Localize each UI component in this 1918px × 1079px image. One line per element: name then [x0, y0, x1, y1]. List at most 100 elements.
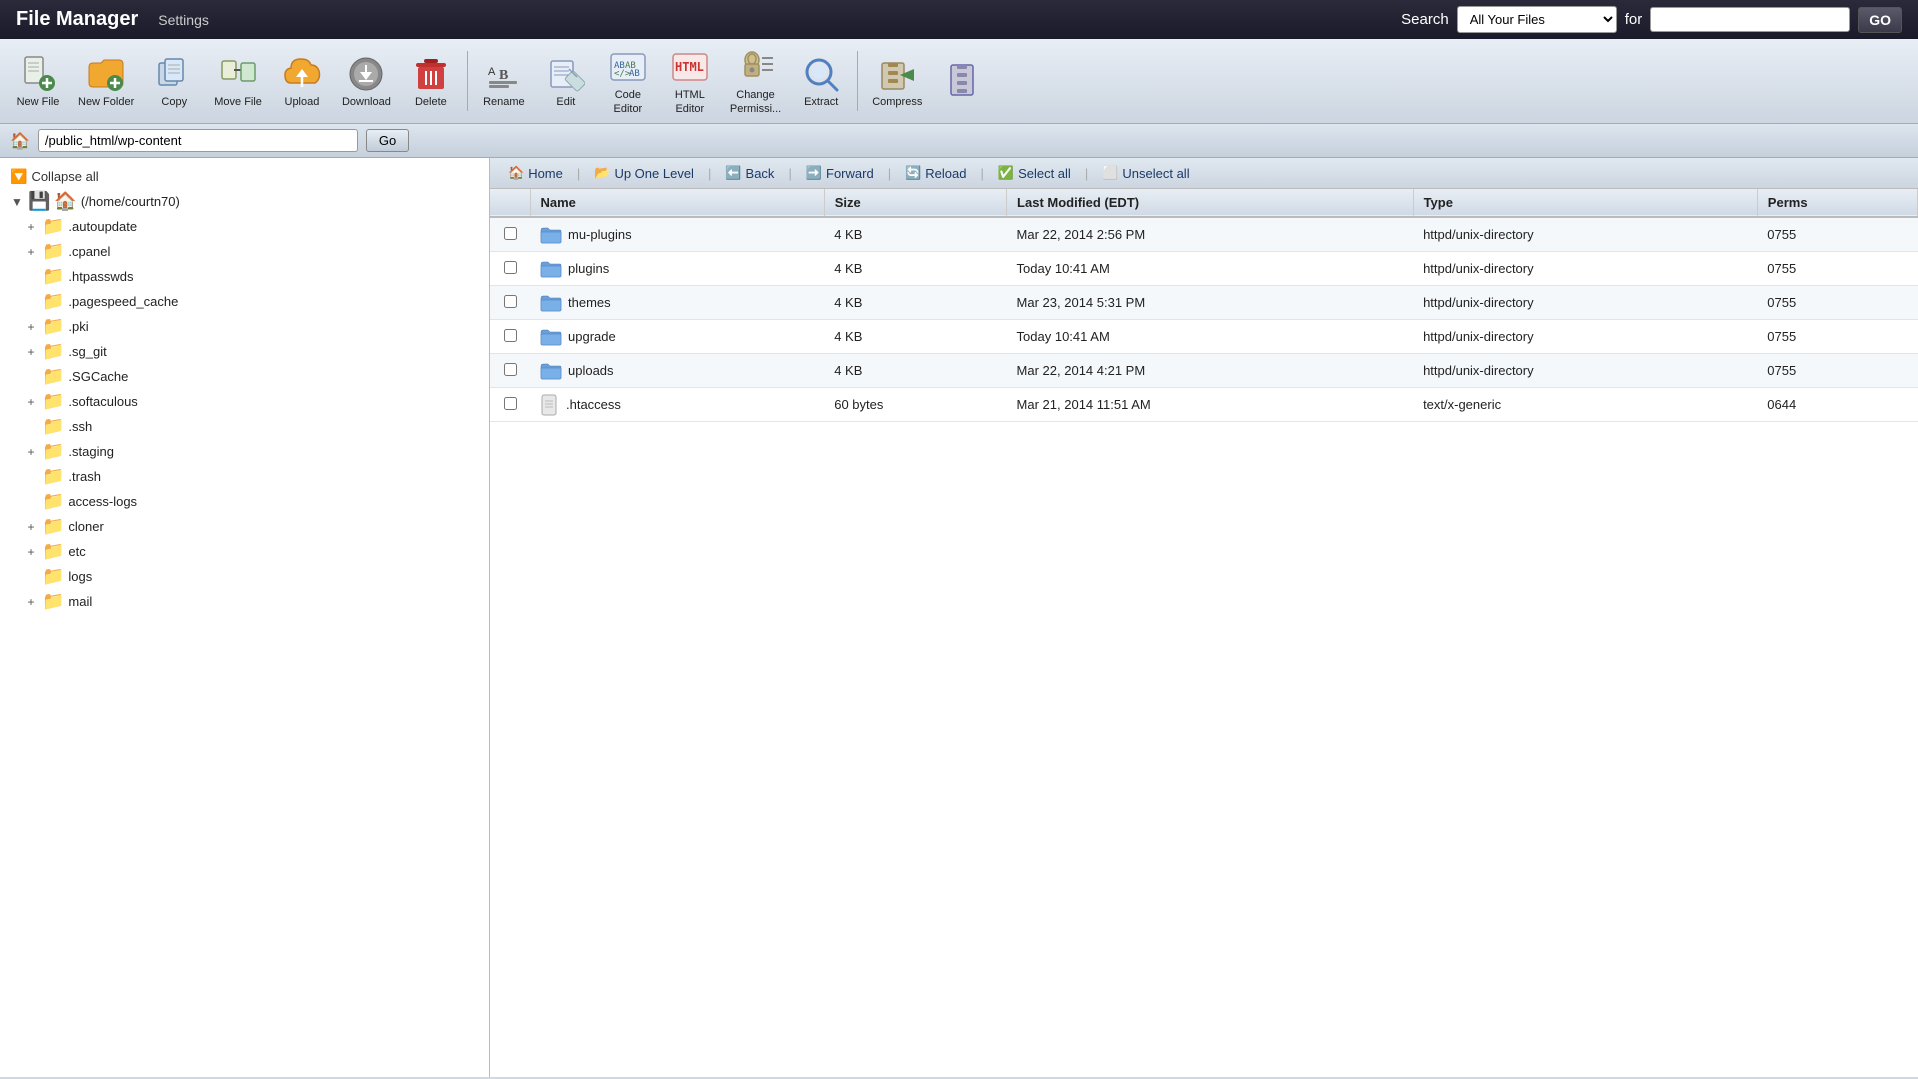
row-name-cell[interactable]: uploads: [530, 354, 824, 388]
for-label: for: [1625, 11, 1643, 28]
sidebar-item-root[interactable]: ▼ 💾 🏠 (/home/courtn70): [0, 189, 489, 214]
row-checkbox[interactable]: [504, 363, 517, 376]
header-left: File Manager Settings: [16, 8, 209, 31]
code-editor-button[interactable]: AB AB </> AB Code Editor: [598, 43, 658, 119]
go-button[interactable]: GO: [1858, 7, 1902, 33]
sidebar-item-softaculous[interactable]: + 📁 .softaculous: [0, 389, 489, 414]
row-name: uploads: [568, 363, 614, 378]
etc-expand: +: [24, 545, 38, 559]
row-checkbox[interactable]: [504, 397, 517, 410]
row-checkbox[interactable]: [504, 261, 517, 274]
path-input[interactable]: [38, 129, 358, 152]
col-perms[interactable]: Perms: [1757, 189, 1917, 217]
sidebar-item-mail[interactable]: + 📁 mail: [0, 589, 489, 614]
pagespeed-label: .pagespeed_cache: [68, 294, 178, 309]
sg-git-expand: +: [24, 345, 38, 359]
row-name-cell[interactable]: themes: [530, 286, 824, 320]
new-folder-button[interactable]: New Folder: [70, 50, 142, 112]
cloner-folder-icon: 📁: [42, 516, 64, 537]
etc-label: etc: [68, 544, 85, 559]
delete-button[interactable]: Delete: [401, 50, 461, 112]
row-size: 60 bytes: [824, 388, 1006, 422]
code-editor-label2: Editor: [613, 103, 642, 115]
mail-folder-icon: 📁: [42, 591, 64, 612]
select-all-icon: ✅: [998, 165, 1014, 181]
row-perms: 0755: [1757, 320, 1917, 354]
unselect-all-button[interactable]: ⬜ Unselect all: [1094, 162, 1197, 184]
reload-button[interactable]: 🔄 Reload: [897, 162, 974, 184]
home-button[interactable]: 🏠 Home: [500, 162, 571, 184]
sidebar-item-htpasswds[interactable]: 📁 .htpasswds: [0, 264, 489, 289]
change-permissions-button[interactable]: Change Permissi...: [722, 43, 789, 119]
sidebar-item-cpanel[interactable]: + 📁 .cpanel: [0, 239, 489, 264]
addressbar: 🏠 Go: [0, 124, 1918, 158]
change-permissions-icon: [736, 47, 776, 87]
move-file-button[interactable]: Move File: [206, 50, 270, 112]
table-row[interactable]: upgrade4 KBToday 10:41 AMhttpd/unix-dire…: [490, 320, 1918, 354]
col-modified[interactable]: Last Modified (EDT): [1007, 189, 1414, 217]
html-editor-button[interactable]: HTML HTML Editor: [660, 43, 720, 119]
col-type[interactable]: Type: [1413, 189, 1757, 217]
row-checkbox[interactable]: [504, 295, 517, 308]
row-name-cell[interactable]: .htaccess: [530, 388, 824, 422]
sidebar-item-autoupdate[interactable]: + 📁 .autoupdate: [0, 214, 489, 239]
col-name[interactable]: Name: [530, 189, 824, 217]
sidebar-item-staging[interactable]: + 📁 .staging: [0, 439, 489, 464]
edit-button[interactable]: Edit: [536, 50, 596, 112]
mail-expand: +: [24, 595, 38, 609]
view-button[interactable]: Extract: [791, 50, 851, 112]
compress-button[interactable]: [932, 56, 992, 106]
select-all-button[interactable]: ✅ Select all: [990, 162, 1079, 184]
sidebar-item-cloner[interactable]: + 📁 cloner: [0, 514, 489, 539]
new-file-button[interactable]: New File: [8, 50, 68, 112]
copy-button[interactable]: Copy: [144, 50, 204, 112]
download-button[interactable]: Download: [334, 50, 399, 112]
collapse-all-button[interactable]: 🔽 Collapse all: [0, 164, 489, 189]
col-size[interactable]: Size: [824, 189, 1006, 217]
softaculous-label: .softaculous: [68, 394, 137, 409]
sidebar-item-sg-git[interactable]: + 📁 .sg_git: [0, 339, 489, 364]
go-path-button[interactable]: Go: [366, 129, 409, 152]
sidebar-item-pki[interactable]: + 📁 .pki: [0, 314, 489, 339]
row-checkbox[interactable]: [504, 329, 517, 342]
table-row[interactable]: themes4 KBMar 23, 2014 5:31 PMhttpd/unix…: [490, 286, 1918, 320]
row-size: 4 KB: [824, 252, 1006, 286]
table-row[interactable]: mu-plugins4 KBMar 22, 2014 2:56 PMhttpd/…: [490, 217, 1918, 252]
extract-button[interactable]: Compress: [864, 50, 930, 112]
forward-button[interactable]: ➡️ Forward: [798, 162, 882, 184]
search-input[interactable]: [1650, 7, 1850, 32]
reload-icon: 🔄: [905, 165, 921, 181]
row-name-cell[interactable]: plugins: [530, 252, 824, 286]
upload-button[interactable]: Upload: [272, 50, 332, 112]
search-scope-select[interactable]: All Your Files File Names Only File Cont…: [1457, 6, 1617, 33]
rename-button[interactable]: A B Rename: [474, 50, 534, 112]
row-name-cell[interactable]: mu-plugins: [530, 217, 824, 252]
table-row[interactable]: uploads4 KBMar 22, 2014 4:21 PMhttpd/uni…: [490, 354, 1918, 388]
sidebar-item-access-logs[interactable]: 📁 access-logs: [0, 489, 489, 514]
html-editor-icon: HTML: [670, 47, 710, 87]
up-one-level-button[interactable]: 📂 Up One Level: [586, 162, 702, 184]
table-row[interactable]: .htaccess60 bytesMar 21, 2014 11:51 AMte…: [490, 388, 1918, 422]
back-label: Back: [746, 166, 775, 181]
settings-link[interactable]: Settings: [158, 12, 209, 28]
row-name-cell[interactable]: upgrade: [530, 320, 824, 354]
back-button[interactable]: ⬅️ Back: [717, 162, 782, 184]
home-label: Home: [528, 166, 563, 181]
sidebar-item-trash[interactable]: 📁 .trash: [0, 464, 489, 489]
change-perms-label2: Permissi...: [730, 103, 781, 115]
row-name: upgrade: [568, 329, 616, 344]
sg-git-label: .sg_git: [68, 344, 106, 359]
pagespeed-folder-icon: 📁: [42, 291, 64, 312]
sidebar-item-ssh[interactable]: 📁 .ssh: [0, 414, 489, 439]
sidebar-item-pagespeed[interactable]: 📁 .pagespeed_cache: [0, 289, 489, 314]
folder-icon: [540, 223, 562, 246]
sidebar-item-logs[interactable]: 📁 logs: [0, 564, 489, 589]
back-icon: ⬅️: [725, 165, 741, 181]
row-type: httpd/unix-directory: [1413, 217, 1757, 252]
cpanel-label: .cpanel: [68, 244, 110, 259]
row-checkbox[interactable]: [504, 227, 517, 240]
sidebar-item-etc[interactable]: + 📁 etc: [0, 539, 489, 564]
row-name: .htaccess: [566, 397, 621, 412]
sidebar-item-sgcache[interactable]: 📁 .SGCache: [0, 364, 489, 389]
table-row[interactable]: plugins4 KBToday 10:41 AMhttpd/unix-dire…: [490, 252, 1918, 286]
